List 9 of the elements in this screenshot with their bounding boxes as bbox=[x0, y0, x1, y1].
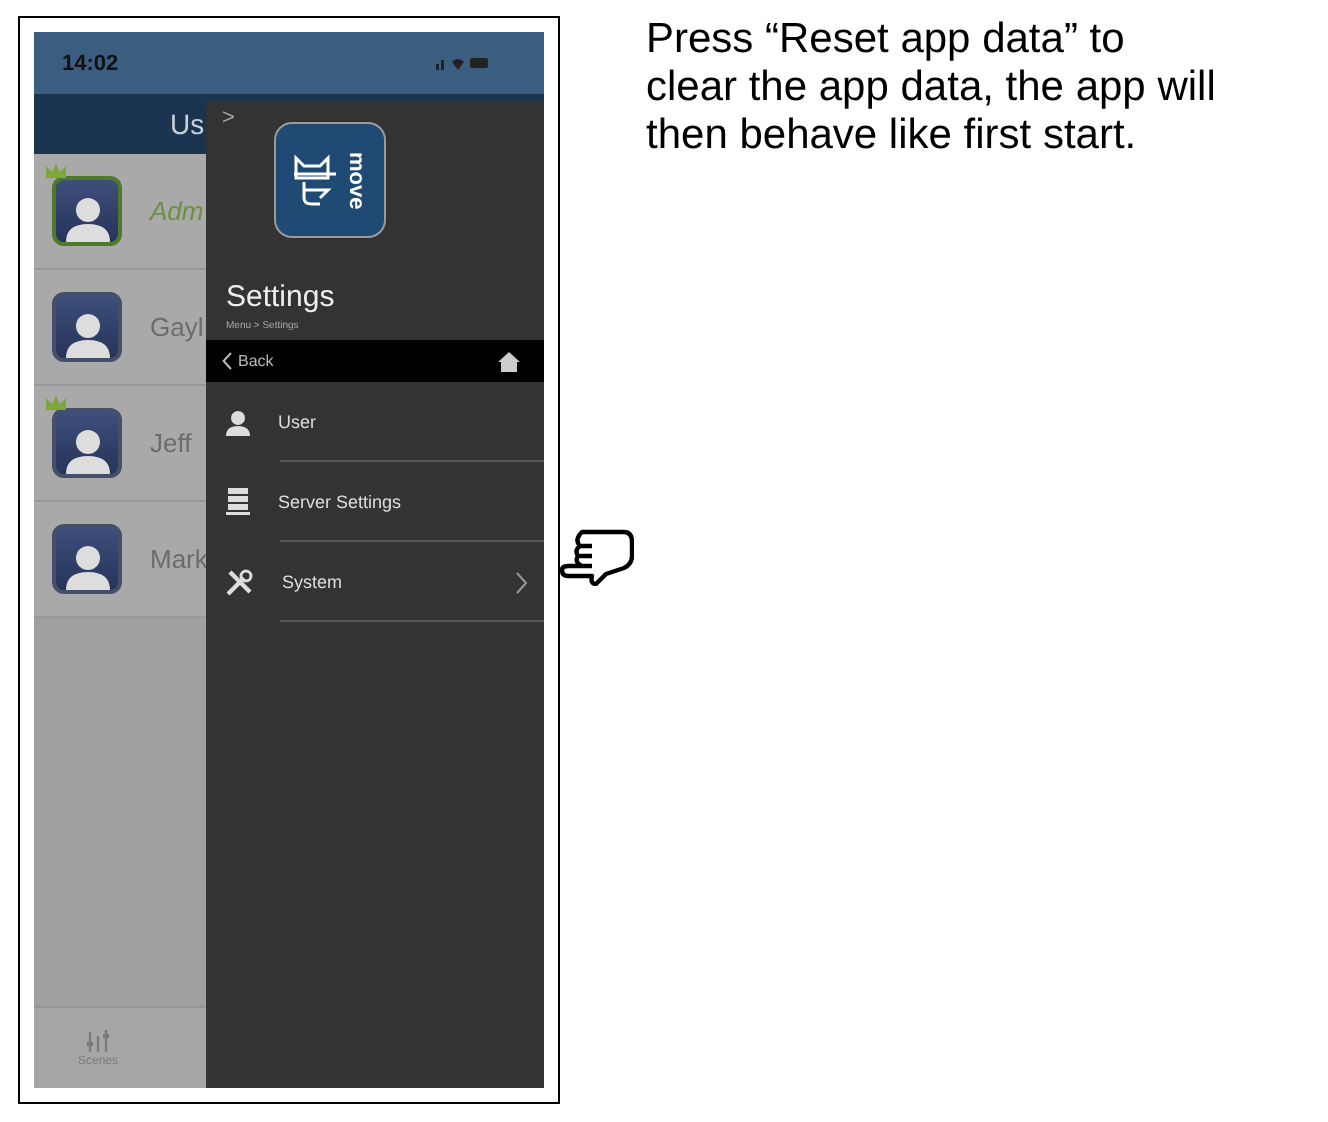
instruction-text: Press “Reset app data” to clear the app data, the app will then behave like first start. bbox=[646, 16, 1218, 160]
app-logo: move bbox=[274, 122, 386, 238]
user-name: Jeff bbox=[150, 428, 192, 458]
drawer-title: Settings bbox=[226, 280, 337, 314]
user-name: Mark bbox=[150, 544, 208, 574]
header-title: Us bbox=[170, 108, 205, 140]
user-name: Gayl bbox=[150, 312, 204, 342]
user-name: Adm bbox=[150, 196, 204, 226]
status-time: 14:02 bbox=[62, 51, 119, 75]
